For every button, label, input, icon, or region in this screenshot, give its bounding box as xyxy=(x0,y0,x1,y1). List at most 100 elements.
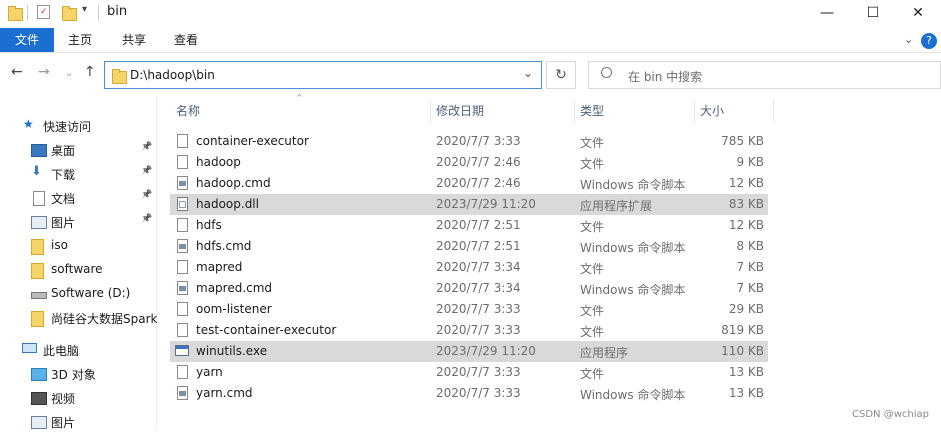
file-row[interactable]: yarn 2020/7/7 3:33 文件 13 KB xyxy=(170,362,768,383)
sort-ascending-icon: ^ xyxy=(296,93,303,102)
nav-quick-access[interactable]: ★ 快速访问 xyxy=(0,114,156,138)
file-name: test-container-executor xyxy=(196,323,337,337)
nav-label: software xyxy=(51,262,103,276)
folder-icon xyxy=(31,311,44,327)
exe-file-icon xyxy=(175,345,189,356)
file-row[interactable]: hdfs 2020/7/7 2:51 文件 12 KB xyxy=(170,215,768,236)
file-row[interactable]: hadoop 2020/7/7 2:46 文件 9 KB xyxy=(170,152,768,173)
column-header-type[interactable]: 类型 xyxy=(580,100,604,122)
forward-icon[interactable]: → xyxy=(38,64,50,80)
nav-this-pc[interactable]: 此电脑 xyxy=(0,338,156,362)
file-row[interactable]: container-executor 2020/7/7 3:33 文件 785 KB xyxy=(170,131,768,152)
nav-item[interactable]: iso xyxy=(0,234,156,258)
pin-icon[interactable]: 📌 xyxy=(141,214,152,224)
cmd-file-icon xyxy=(177,176,188,190)
column-separator[interactable] xyxy=(773,100,774,122)
file-size: 29 KB xyxy=(728,302,764,316)
file-size: 7 KB xyxy=(736,260,764,274)
file-type: Windows 命令脚本 xyxy=(580,241,686,255)
new-folder-icon[interactable] xyxy=(62,6,77,21)
file-name: mapred.cmd xyxy=(196,281,273,295)
nav-item[interactable]: 3D 对象 xyxy=(0,362,156,386)
file-type: 文件 xyxy=(580,367,605,381)
file-file-icon xyxy=(177,155,188,169)
pin-icon[interactable]: 📌 xyxy=(141,166,152,176)
nav-label: 图片 xyxy=(51,216,76,230)
back-icon[interactable]: ← xyxy=(11,64,23,80)
nav-item[interactable]: ⬇ 下载 📌 xyxy=(0,162,156,186)
nav-item[interactable]: 文档 📌 xyxy=(0,186,156,210)
computer-icon xyxy=(22,343,37,353)
tab-share[interactable]: 共享 xyxy=(110,28,158,52)
column-header-name[interactable]: 名称 xyxy=(176,100,200,122)
up-icon[interactable]: ↑ xyxy=(84,64,96,80)
tab-file[interactable]: 文件 xyxy=(0,28,54,52)
help-icon[interactable]: ? xyxy=(921,33,937,49)
maximize-button[interactable]: ☐ xyxy=(850,0,896,26)
nav-item[interactable]: software xyxy=(0,258,156,282)
nav-pane-divider xyxy=(156,96,157,430)
nav-label: 快速访问 xyxy=(43,120,92,134)
column-separator[interactable] xyxy=(694,100,695,122)
pin-icon[interactable]: 📌 xyxy=(141,190,152,200)
file-size: 110 KB xyxy=(721,344,764,358)
refresh-button[interactable]: ↻ xyxy=(546,61,576,89)
nav-item[interactable]: Software (D:) xyxy=(0,282,156,306)
file-type: 文件 xyxy=(580,325,605,339)
watermark: CSDN @wchiap xyxy=(852,409,929,420)
file-row[interactable]: oom-listener 2020/7/7 3:33 文件 29 KB xyxy=(170,299,768,320)
pictures-icon xyxy=(31,216,47,229)
column-separator[interactable] xyxy=(430,100,431,122)
ribbon-expand-icon[interactable]: ⌄ xyxy=(904,33,913,46)
cmd-file-icon xyxy=(177,239,188,253)
pin-icon[interactable]: 📌 xyxy=(141,142,152,152)
nav-item[interactable]: 尚硅谷大数据Spark xyxy=(0,306,158,330)
file-type: 文件 xyxy=(580,304,605,318)
file-row[interactable]: hadoop.dll 2023/7/29 11:20 应用程序扩展 83 KB xyxy=(170,194,768,215)
file-date: 2023/7/29 11:20 xyxy=(436,197,536,211)
nav-item[interactable]: 桌面 📌 xyxy=(0,138,156,162)
minimize-button[interactable]: — xyxy=(804,0,850,26)
file-size: 13 KB xyxy=(728,365,764,379)
column-header-date[interactable]: 修改日期 xyxy=(436,100,484,122)
file-row[interactable]: mapred 2020/7/7 3:34 文件 7 KB xyxy=(170,257,768,278)
file-date: 2020/7/7 3:34 xyxy=(436,281,521,295)
tab-home[interactable]: 主页 xyxy=(56,28,104,52)
file-row[interactable]: test-container-executor 2020/7/7 3:33 文件 81… xyxy=(170,320,768,341)
nav-item[interactable]: 视频 xyxy=(0,386,156,410)
close-button[interactable]: ✕ xyxy=(895,0,941,26)
column-header-size[interactable]: 大小 xyxy=(700,100,724,122)
file-date: 2020/7/7 2:51 xyxy=(436,239,521,253)
file-file-icon xyxy=(177,365,188,379)
file-row[interactable]: hdfs.cmd 2020/7/7 2:51 Windows 命令脚本 8 KB xyxy=(170,236,768,257)
file-type: 文件 xyxy=(580,220,605,234)
recent-locations-icon[interactable]: ⌄ xyxy=(65,68,73,79)
nav-item[interactable]: 图片 xyxy=(0,410,156,434)
file-type: 文件 xyxy=(580,262,605,276)
file-name: hadoop.dll xyxy=(196,197,259,211)
tab-view[interactable]: 查看 xyxy=(162,28,210,52)
file-size: 9 KB xyxy=(736,155,764,169)
file-row[interactable]: mapred.cmd 2020/7/7 3:34 Windows 命令脚本 7 KB xyxy=(170,278,768,299)
address-dropdown-icon[interactable]: ⌄ xyxy=(523,66,533,80)
quick-access-toolbar-dropdown-icon[interactable]: ▾ xyxy=(82,4,87,15)
file-row[interactable]: winutils.exe 2023/7/29 11:20 应用程序 110 KB xyxy=(170,341,768,362)
search-box[interactable]: 在 bin 中搜索 xyxy=(588,61,941,89)
file-date: 2020/7/7 3:33 xyxy=(436,323,521,337)
nav-item[interactable]: 图片 📌 xyxy=(0,210,156,234)
address-bar[interactable]: D:\hadoop\bin ⌄ xyxy=(104,61,542,89)
window-title: bin xyxy=(107,4,128,19)
nav-label: 尚硅谷大数据Spark xyxy=(51,312,158,326)
file-date: 2020/7/7 2:46 xyxy=(436,176,521,190)
file-type: 文件 xyxy=(580,157,605,171)
folder-icon xyxy=(112,69,127,84)
file-size: 83 KB xyxy=(728,197,764,211)
nav-label: 视频 xyxy=(51,392,76,406)
file-file-icon xyxy=(177,134,188,148)
file-size: 12 KB xyxy=(728,218,764,232)
file-row[interactable]: yarn.cmd 2020/7/7 3:33 Windows 命令脚本 13 KB xyxy=(170,383,768,404)
file-file-icon xyxy=(177,260,188,274)
column-separator[interactable] xyxy=(574,100,575,122)
file-row[interactable]: hadoop.cmd 2020/7/7 2:46 Windows 命令脚本 12 KB xyxy=(170,173,768,194)
properties-icon[interactable]: ✓ xyxy=(37,5,50,19)
